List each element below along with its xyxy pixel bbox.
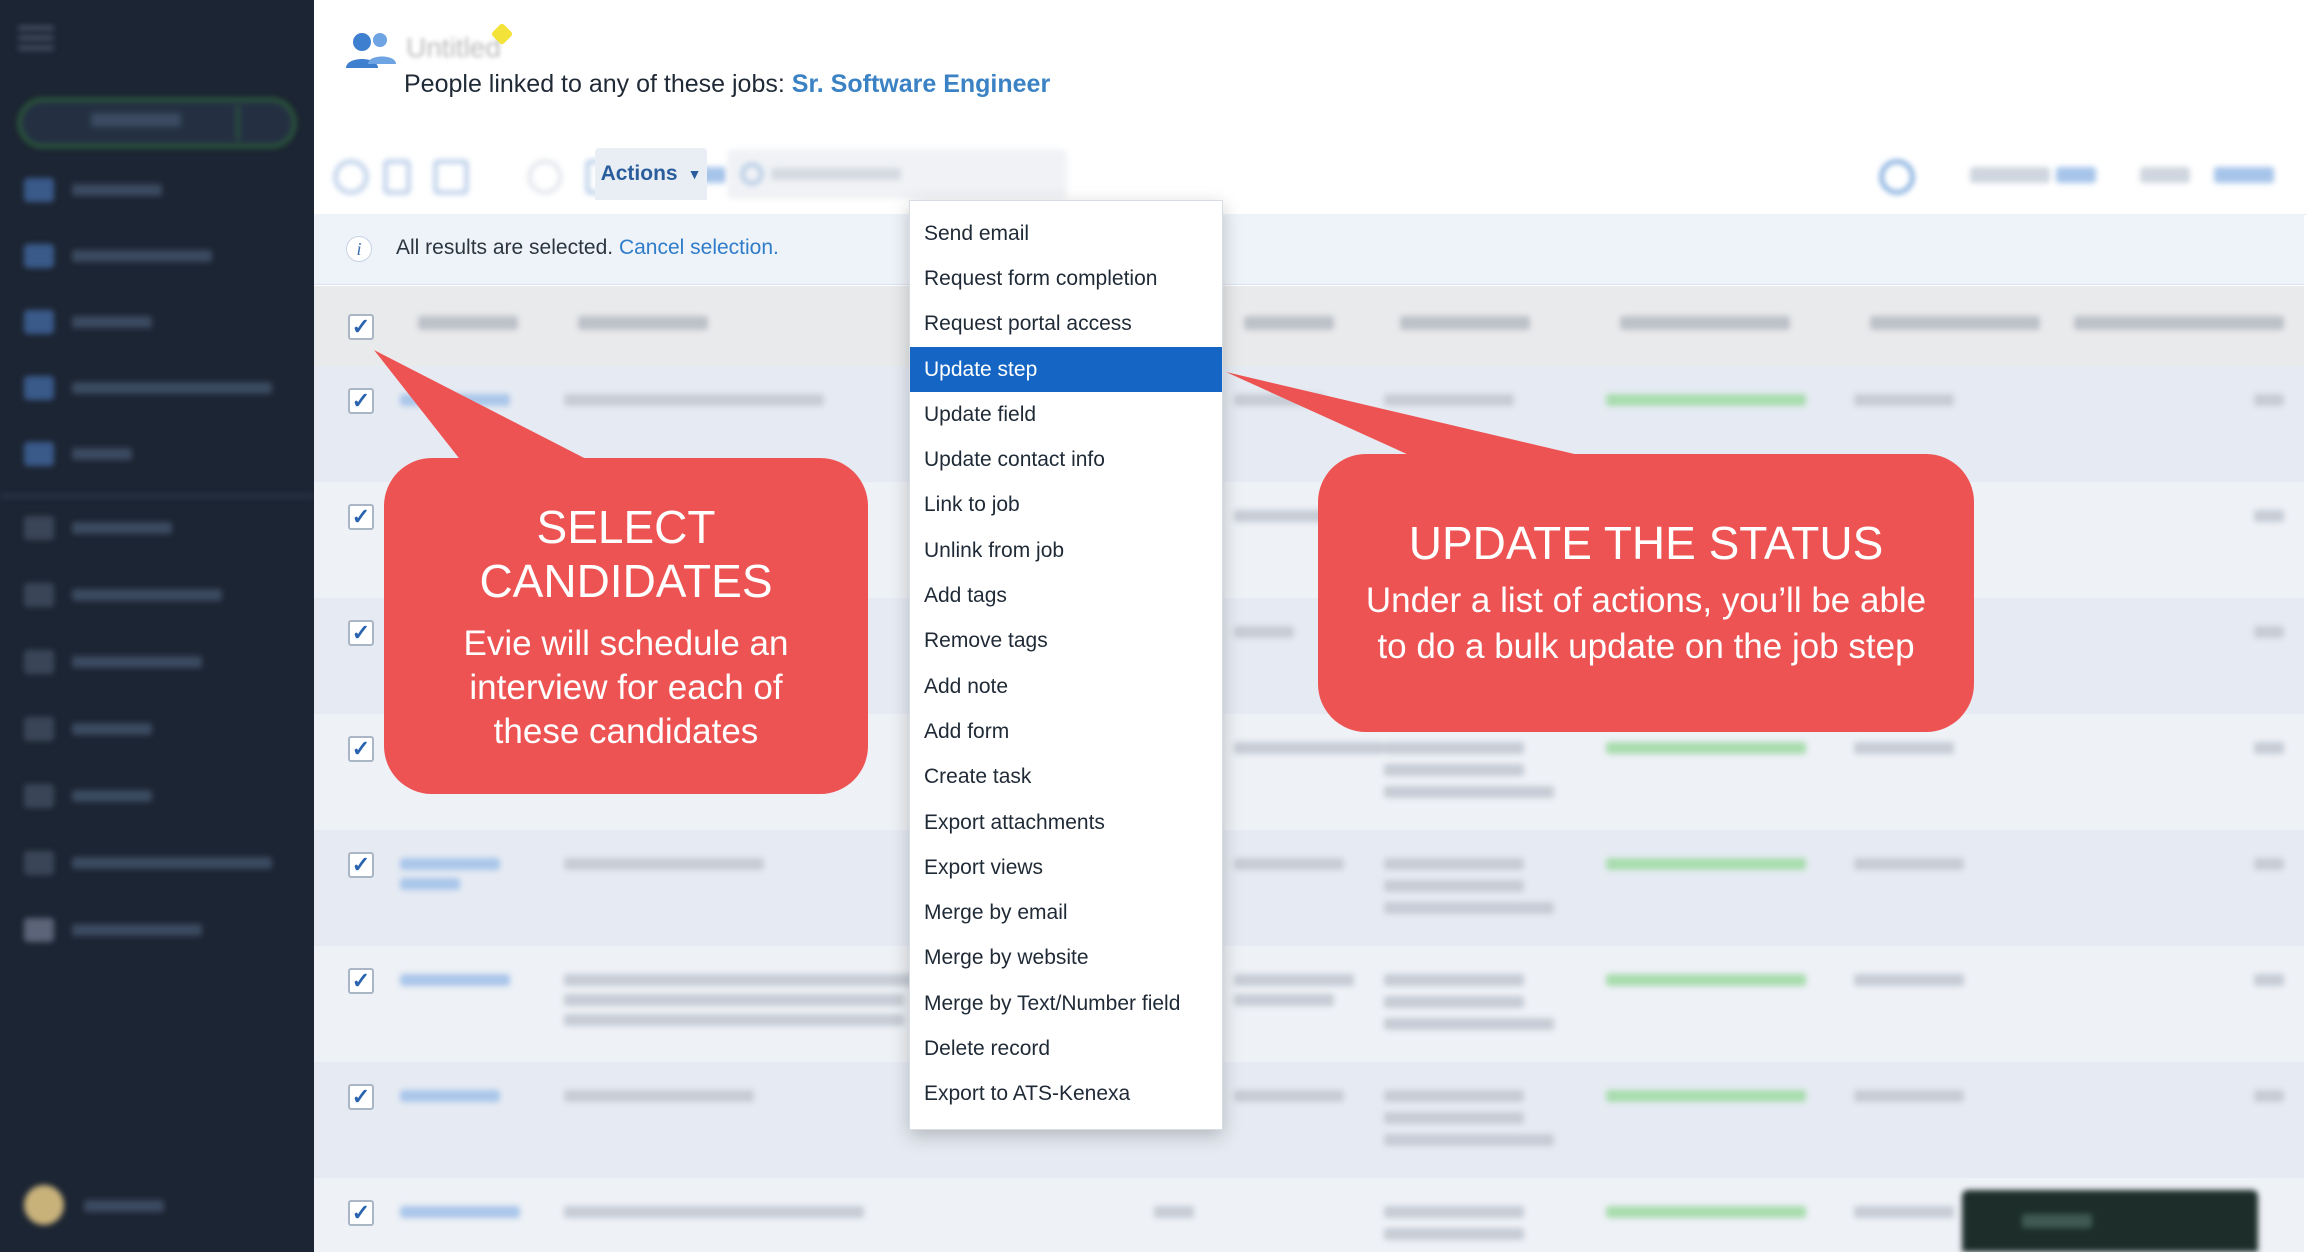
job-link[interactable]: Sr. Software Engineer [792, 70, 1050, 98]
sidebar-item[interactable] [20, 642, 280, 682]
chat-widget[interactable] [1962, 1190, 2258, 1252]
next-button[interactable] [2214, 164, 2274, 186]
add-icon[interactable] [334, 160, 368, 194]
menu-item-add-note[interactable]: Add note [910, 664, 1222, 709]
row-checkbox[interactable]: ✓ [348, 1084, 374, 1110]
sidebar-item[interactable] [20, 709, 280, 749]
row-checkbox[interactable]: ✓ [348, 388, 374, 414]
edit-icon[interactable] [384, 160, 410, 194]
menu-item-merge-by-text-number-field[interactable]: Merge by Text/Number field [910, 981, 1222, 1026]
cancel-selection-link[interactable]: Cancel selection. [619, 236, 779, 259]
sidebar-item[interactable] [20, 776, 280, 816]
callout-title-line: SELECT [536, 501, 716, 553]
menu-item-unlink-from-job[interactable]: Unlink from job [910, 528, 1222, 573]
sidebar-item[interactable] [20, 170, 280, 210]
menu-icon[interactable] [18, 20, 54, 56]
menu-item-add-form[interactable]: Add form [910, 709, 1222, 754]
menu-item-export-to-ats-kenexa[interactable]: Export to ATS-Kenexa [910, 1072, 1222, 1117]
row-checkbox[interactable]: ✓ [348, 504, 374, 530]
callout-body-line: interview for each of [469, 668, 783, 707]
row-checkbox[interactable]: ✓ [348, 1200, 374, 1226]
sidebar-item[interactable] [20, 575, 280, 615]
actions-dropdown-menu: Send email Request form completion Request… [909, 200, 1223, 1130]
callout-body-line: these candidates [493, 712, 759, 751]
view-switcher[interactable] [18, 98, 296, 148]
table-header: ✓ [314, 286, 2304, 366]
drop-zone[interactable] [40, 1100, 280, 1160]
menu-item-remove-tags[interactable]: Remove tags [910, 619, 1222, 664]
callout-body: Under a list of actions, you’ll be able … [1318, 570, 1974, 670]
save-icon[interactable] [434, 160, 468, 194]
sidebar [0, 0, 314, 1252]
list-title[interactable]: Untitled [406, 32, 501, 64]
sidebar-item[interactable] [20, 368, 280, 408]
callout-title: UPDATE THE STATUS [1408, 517, 1884, 569]
info-icon: i [346, 236, 372, 262]
search-icon [741, 163, 763, 185]
menu-item-update-step[interactable]: Update step [910, 346, 1222, 393]
menu-item-link-to-job[interactable]: Link to job [910, 483, 1222, 528]
select-candidates-callout: SELECT CANDIDATES Evie will schedule an … [384, 458, 868, 794]
select-all-checkbox[interactable]: ✓ [348, 314, 374, 340]
menu-item-delete-record[interactable]: Delete record [910, 1026, 1222, 1071]
row-checkbox[interactable]: ✓ [348, 852, 374, 878]
menu-item-request-form-completion[interactable]: Request form completion [910, 256, 1222, 301]
page-header: Untitled People linked to any of these j… [314, 0, 2306, 140]
menu-item-merge-by-website[interactable]: Merge by website [910, 936, 1222, 981]
callout-body-line: Evie will schedule an [463, 624, 789, 663]
selection-banner: i All results are selected. Cancel selec… [314, 214, 2304, 285]
page-range [1970, 164, 2096, 186]
history-icon[interactable] [528, 160, 562, 194]
menu-item-merge-by-email[interactable]: Merge by email [910, 890, 1222, 935]
menu-item-add-tags[interactable]: Add tags [910, 573, 1222, 618]
menu-item-export-attachments[interactable]: Export attachments [910, 800, 1222, 845]
callout-title: SELECT CANDIDATES [384, 458, 868, 608]
menu-item-export-views[interactable]: Export views [910, 845, 1222, 890]
table-row[interactable]: ✓ [314, 946, 2304, 1062]
callout-body-line: Under a list of actions, you’ll be able [1365, 581, 1927, 620]
table-row[interactable]: ✓ [314, 830, 2304, 946]
callout-body-line: to do a bulk update on the job step [1377, 627, 1915, 666]
chevron-down-icon: ▼ [687, 166, 702, 182]
banner-message: All results are selected. [396, 236, 614, 259]
actions-button[interactable]: Actions ▼ [595, 148, 707, 200]
menu-item-update-contact-info[interactable]: Update contact info [910, 437, 1222, 482]
sidebar-item[interactable] [20, 434, 280, 474]
filter-by-name-input[interactable] [728, 150, 1066, 198]
callout-body: Evie will schedule an interview for each… [384, 608, 868, 754]
table-row[interactable]: ✓ [314, 1062, 2304, 1178]
callout-title-line: CANDIDATES [479, 555, 773, 607]
sidebar-item[interactable] [20, 843, 280, 883]
page-subtitle: People linked to any of these jobs: Sr. … [404, 70, 1050, 99]
update-status-callout: UPDATE THE STATUS Under a list of action… [1318, 454, 1974, 732]
prev-button[interactable] [2140, 164, 2190, 186]
people-icon [346, 33, 396, 68]
avatar[interactable] [24, 1185, 64, 1225]
banner-text: All results are selected. Cancel selecti… [396, 236, 779, 260]
row-checkbox[interactable]: ✓ [348, 736, 374, 762]
menu-item-send-email[interactable]: Send email [910, 211, 1222, 256]
sidebar-item[interactable] [20, 236, 280, 276]
sidebar-item[interactable] [20, 302, 280, 342]
row-checkbox[interactable]: ✓ [348, 620, 374, 646]
sidebar-item[interactable] [20, 910, 280, 950]
actions-label: Actions [600, 162, 678, 185]
subtitle-prefix: People linked to any of these jobs: [404, 70, 785, 98]
menu-item-create-task[interactable]: Create task [910, 755, 1222, 800]
sidebar-item[interactable] [20, 508, 280, 548]
row-checkbox[interactable]: ✓ [348, 968, 374, 994]
menu-item-update-field[interactable]: Update field [910, 392, 1222, 437]
settings-icon[interactable] [1880, 160, 1914, 194]
menu-item-request-portal-access[interactable]: Request portal access [910, 302, 1222, 347]
